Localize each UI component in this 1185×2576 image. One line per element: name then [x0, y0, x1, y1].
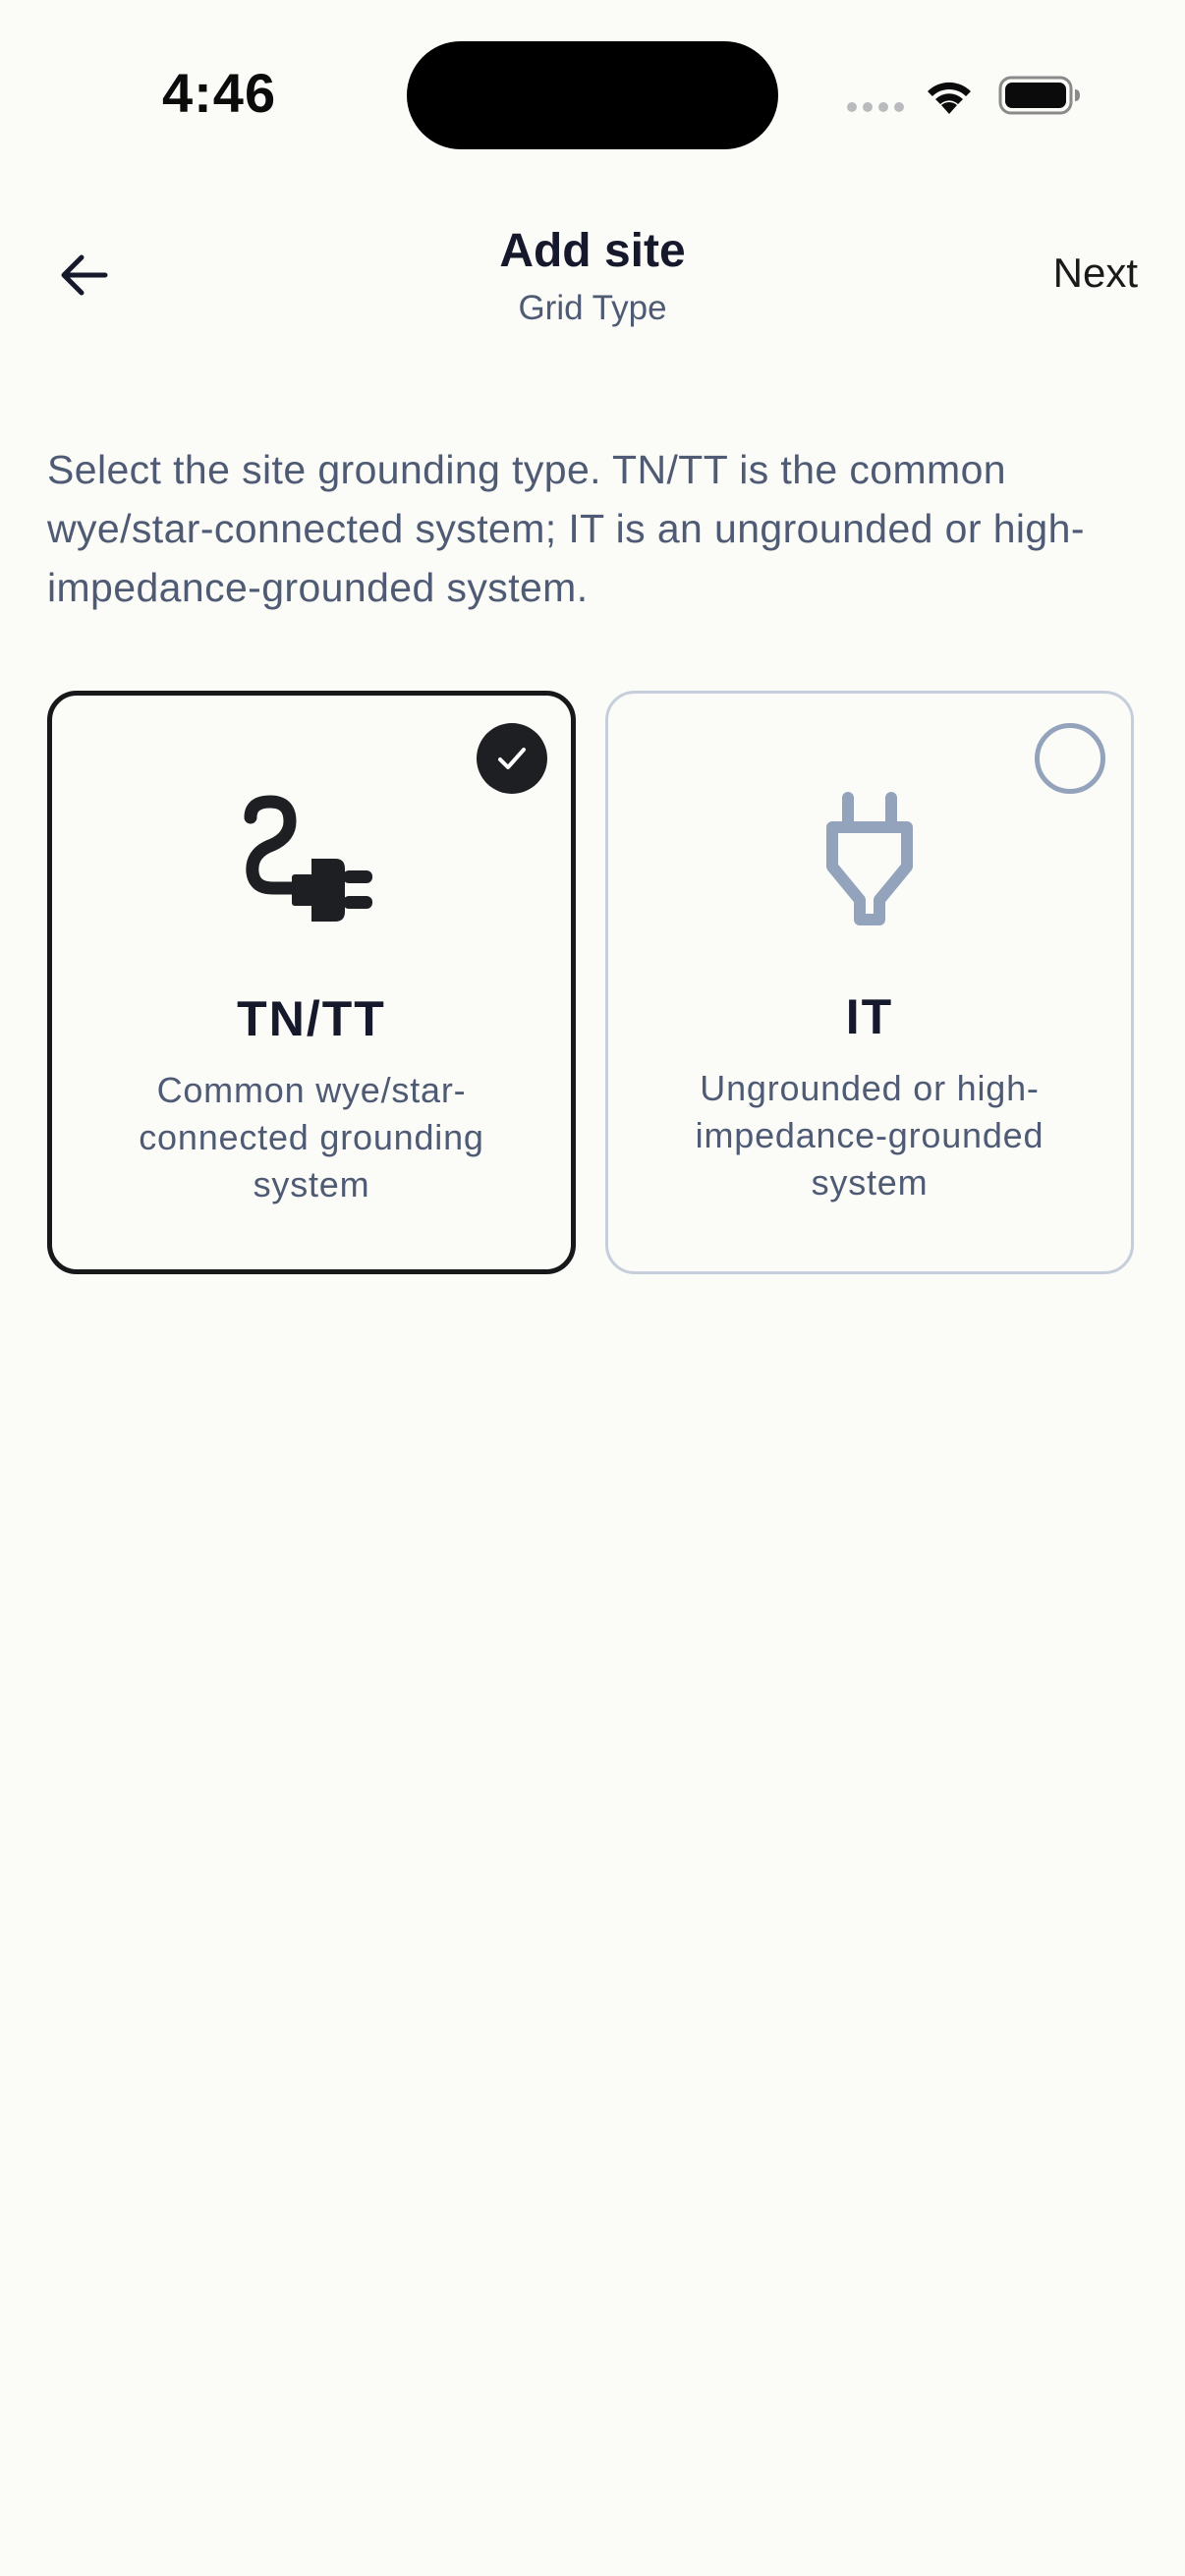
- instructions-text: Select the site grounding type. TN/TT is…: [47, 447, 1085, 610]
- status-time: 4:46: [162, 62, 277, 124]
- plug-cable-icon: [52, 794, 571, 931]
- option-description: Common wye/star-connected grounding syst…: [139, 1070, 484, 1204]
- navigation-header: Add site Grid Type Next: [0, 196, 1185, 354]
- checkmark-icon: [498, 748, 526, 769]
- page-subtitle: Grid Type: [518, 289, 667, 327]
- cellular-signal-icon: [847, 102, 904, 112]
- option-card-it[interactable]: IT Ungrounded or high-impedance-grounded…: [605, 691, 1134, 1274]
- option-card-tn-tt[interactable]: TN/TT Common wye/star-connected groundin…: [47, 691, 576, 1274]
- battery-icon: [998, 76, 1080, 115]
- page-title: Add site: [499, 225, 686, 277]
- next-button[interactable]: Next: [1053, 250, 1138, 297]
- plug-icon: [608, 792, 1131, 929]
- selected-radio: [477, 723, 547, 794]
- unselected-radio: [1035, 723, 1105, 794]
- option-title: IT: [845, 989, 894, 1044]
- wifi-icon: [928, 82, 971, 114]
- status-bar: 4:46: [0, 0, 1185, 177]
- dynamic-island: [407, 41, 778, 149]
- option-title: TN/TT: [237, 991, 386, 1046]
- option-description: Ungrounded or high-impedance-grounded sy…: [695, 1068, 1044, 1203]
